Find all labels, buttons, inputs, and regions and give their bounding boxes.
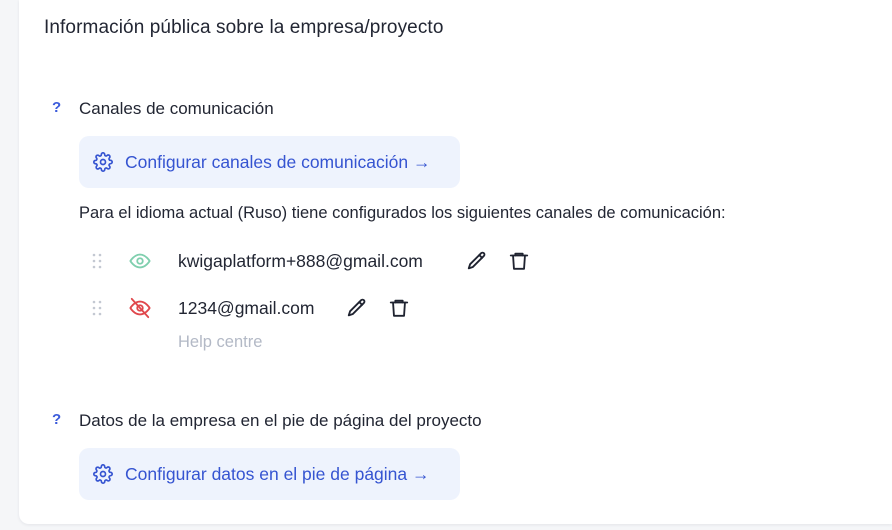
pencil-icon[interactable] xyxy=(346,297,368,319)
configure-channels-button[interactable]: Configurar canales de comunicación → xyxy=(79,136,460,188)
footer-help-icon[interactable]: ? xyxy=(52,411,62,428)
page-title: Información pública sobre la empresa/pro… xyxy=(44,17,444,38)
channels-description: Para el idioma actual (Ruso) tiene confi… xyxy=(79,204,726,222)
channel-row: kwigaplatform+888@gmail.com xyxy=(88,246,548,276)
gear-icon xyxy=(93,152,113,172)
pencil-icon[interactable] xyxy=(466,250,488,272)
communication-section-label: Canales de comunicación xyxy=(79,99,274,118)
trash-icon[interactable] xyxy=(388,297,410,319)
configure-channels-label: Configurar canales de comunicación → xyxy=(125,151,431,172)
channel-email: kwigaplatform+888@gmail.com xyxy=(178,251,423,271)
channel-subtitle: Help centre xyxy=(178,333,263,351)
channel-email: 1234@gmail.com xyxy=(178,298,315,318)
eye-off-icon[interactable] xyxy=(128,297,152,319)
channel-row: 1234@gmail.com Help centre xyxy=(88,293,428,353)
configure-footer-label: Configurar datos en el pie de página → xyxy=(125,463,430,484)
configure-footer-button[interactable]: Configurar datos en el pie de página → xyxy=(79,448,460,500)
drag-handle-icon[interactable] xyxy=(88,299,106,317)
gear-icon xyxy=(93,464,113,484)
drag-handle-icon[interactable] xyxy=(88,252,106,270)
eye-icon[interactable] xyxy=(128,250,152,272)
footer-section-label: Datos de la empresa en el pie de página … xyxy=(79,411,482,430)
trash-icon[interactable] xyxy=(508,250,530,272)
communication-help-icon[interactable]: ? xyxy=(52,99,62,116)
